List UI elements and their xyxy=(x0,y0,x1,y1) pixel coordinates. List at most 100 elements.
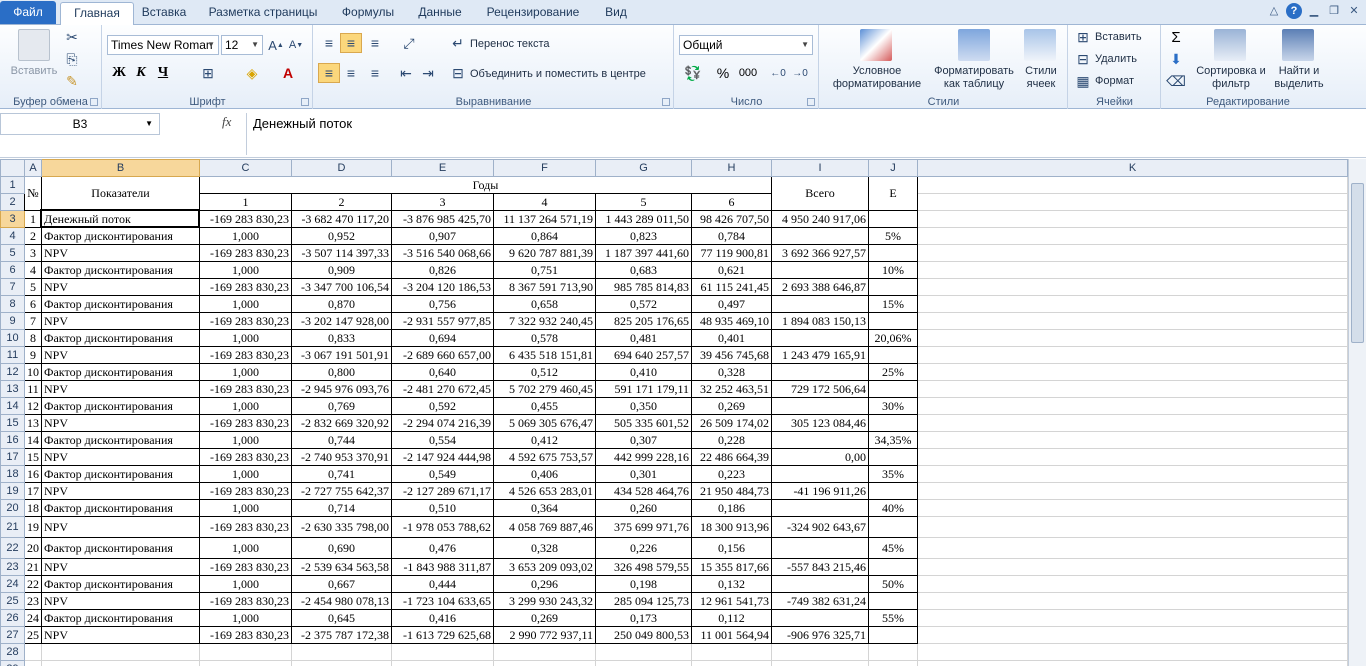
cell-row-number[interactable]: 12 xyxy=(24,397,42,415)
cell-value[interactable]: 98 426 707,50 xyxy=(691,210,772,228)
cell-value[interactable]: 22 486 664,39 xyxy=(691,448,772,466)
column-header-b[interactable]: B xyxy=(41,159,200,177)
cell-value[interactable]: 0,658 xyxy=(493,295,596,313)
cell-value[interactable]: 3 653 209 093,02 xyxy=(493,558,596,576)
empty-cell[interactable] xyxy=(691,643,772,661)
merge-center-icon[interactable]: ⊟ xyxy=(450,65,466,81)
cell-k[interactable] xyxy=(917,397,1348,415)
cell-row-number[interactable]: 7 xyxy=(24,312,42,330)
header-indicators[interactable]: Показатели xyxy=(41,176,200,211)
cell-indicator[interactable]: Фактор дисконтирования xyxy=(41,397,200,415)
cell-k[interactable] xyxy=(917,558,1348,576)
empty-cell[interactable] xyxy=(917,643,1348,661)
cell-total[interactable]: 1 243 479 165,91 xyxy=(771,346,869,364)
cell-k[interactable] xyxy=(917,312,1348,330)
column-header-i[interactable]: I xyxy=(771,159,869,177)
cell-value[interactable]: -169 283 830,23 xyxy=(199,414,292,432)
delete-cells-button[interactable]: Удалить xyxy=(1095,53,1137,66)
empty-cell[interactable] xyxy=(595,643,692,661)
empty-cell[interactable] xyxy=(199,660,292,666)
cell-k[interactable] xyxy=(917,537,1348,559)
cell-row-number[interactable]: 14 xyxy=(24,431,42,449)
cell-value[interactable]: 0,769 xyxy=(291,397,392,415)
percent-button[interactable]: % xyxy=(715,65,731,81)
cell-value[interactable]: 0,512 xyxy=(493,363,596,381)
header-no[interactable]: № xyxy=(24,176,42,211)
cell-value[interactable]: 4 592 675 753,57 xyxy=(493,448,596,466)
cell-value[interactable]: 591 171 179,11 xyxy=(595,380,692,398)
cell-k[interactable] xyxy=(917,295,1348,313)
cell-value[interactable]: 8 367 591 713,90 xyxy=(493,278,596,296)
cell-value[interactable]: 0,833 xyxy=(291,329,392,347)
cell-value[interactable]: 0,410 xyxy=(595,363,692,381)
copy-icon[interactable]: ⎘ xyxy=(64,51,80,67)
cell-value[interactable]: 0,364 xyxy=(493,499,596,517)
cell-row-number[interactable]: 19 xyxy=(24,516,42,538)
cell-value[interactable]: 0,416 xyxy=(391,609,494,627)
cell-e[interactable]: 10% xyxy=(868,261,918,279)
row-header[interactable]: 27 xyxy=(0,626,25,644)
clipboard-launcher-icon[interactable] xyxy=(90,98,98,106)
cell-total[interactable] xyxy=(771,465,869,483)
cell-total[interactable]: 3 692 366 927,57 xyxy=(771,244,869,262)
decrease-indent-icon[interactable]: ⇤ xyxy=(398,65,414,81)
cell-value[interactable]: -3 067 191 501,91 xyxy=(291,346,392,364)
cell-value[interactable]: 77 119 900,81 xyxy=(691,244,772,262)
cell-value[interactable]: 5 069 305 676,47 xyxy=(493,414,596,432)
cell-e[interactable]: 15% xyxy=(868,295,918,313)
cell-value[interactable]: 1,000 xyxy=(199,575,292,593)
column-header-c[interactable]: C xyxy=(199,159,292,177)
cell-e[interactable]: 25% xyxy=(868,363,918,381)
empty-cell[interactable] xyxy=(291,643,392,661)
cell-value[interactable]: 0,578 xyxy=(493,329,596,347)
cell-value[interactable]: 12 961 541,73 xyxy=(691,592,772,610)
increase-decimal-icon[interactable]: ←0 xyxy=(769,65,787,81)
cell-row-number[interactable]: 16 xyxy=(24,465,42,483)
cell-total[interactable]: 4 950 240 917,06 xyxy=(771,210,869,228)
row-header[interactable]: 4 xyxy=(0,227,25,245)
empty-cell[interactable] xyxy=(24,643,42,661)
name-box[interactable]: B3 ▼ xyxy=(0,113,160,135)
empty-cell[interactable] xyxy=(41,660,200,666)
column-header-e[interactable]: E xyxy=(391,159,494,177)
cell-value[interactable]: 0,751 xyxy=(493,261,596,279)
select-all-corner[interactable] xyxy=(0,159,25,177)
cell-indicator[interactable]: Фактор дисконтирования xyxy=(41,363,200,381)
empty-cell[interactable] xyxy=(868,643,918,661)
bold-button[interactable]: Ж xyxy=(111,65,127,81)
sort-filter-button[interactable]: Сортировка и фильтр xyxy=(1196,65,1266,91)
cell-value[interactable]: 0,156 xyxy=(691,537,772,559)
row-header[interactable]: 20 xyxy=(0,499,25,517)
header-year-3[interactable]: 3 xyxy=(391,193,494,211)
row-header[interactable]: 8 xyxy=(0,295,25,313)
cell-value[interactable]: 0,909 xyxy=(291,261,392,279)
cell-k[interactable] xyxy=(917,575,1348,593)
currency-icon[interactable]: 💱 xyxy=(683,65,703,81)
cell-total[interactable]: -557 843 215,46 xyxy=(771,558,869,576)
cell-styles-button[interactable]: Стили ячеек xyxy=(1018,65,1064,91)
cell-value[interactable]: 434 528 464,76 xyxy=(595,482,692,500)
cell-k[interactable] xyxy=(917,482,1348,500)
restore-icon[interactable]: ❐ xyxy=(1326,3,1342,19)
row-header[interactable]: 17 xyxy=(0,448,25,466)
cell-value[interactable]: 1,000 xyxy=(199,499,292,517)
cell-e[interactable]: 5% xyxy=(868,227,918,245)
collapse-ribbon-icon[interactable]: △ xyxy=(1266,3,1282,19)
cell-value[interactable]: -1 843 988 311,87 xyxy=(391,558,494,576)
cell-value[interactable]: 442 999 228,16 xyxy=(595,448,692,466)
cell-value[interactable]: 32 252 463,51 xyxy=(691,380,772,398)
decrease-decimal-icon[interactable]: →0 xyxy=(791,65,809,81)
clear-icon[interactable]: ⌫ xyxy=(1166,73,1186,89)
cell-indicator[interactable]: Фактор дисконтирования xyxy=(41,575,200,593)
empty-cell[interactable] xyxy=(917,660,1348,666)
cell-value[interactable]: -2 454 980 078,13 xyxy=(291,592,392,610)
number-format-select[interactable]: Общий ▼ xyxy=(679,35,813,55)
find-select-icon[interactable] xyxy=(1282,29,1314,61)
cell-k[interactable] xyxy=(917,346,1348,364)
cell-row-number[interactable]: 8 xyxy=(24,329,42,347)
cell-value[interactable]: 0,444 xyxy=(391,575,494,593)
cell-e[interactable] xyxy=(868,516,918,538)
empty-cell[interactable] xyxy=(199,643,292,661)
cell-value[interactable]: 61 115 241,45 xyxy=(691,278,772,296)
worksheet-grid[interactable]: A B C D E F G H I J K 1 № Показатели Годы Всего E 2 1 2 3 4 5 6… xyxy=(0,159,1348,666)
